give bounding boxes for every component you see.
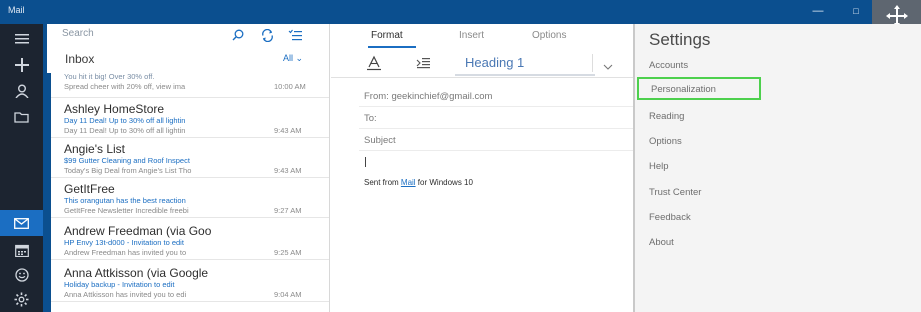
compose-pane: Format Insert Options Heading 1 From: ge… [331, 24, 633, 312]
select-mode-icon[interactable] [287, 27, 303, 43]
folders-icon[interactable] [0, 104, 43, 130]
divider [359, 128, 633, 129]
message-preview: Andrew Freedman has invited you to [64, 248, 187, 257]
list-item[interactable]: Ashley HomeStore Day 11 Deal! Up to 30% … [51, 98, 329, 138]
tab-options[interactable]: Options [532, 30, 566, 41]
settings-item-reading[interactable]: Reading [649, 111, 684, 122]
calendar-icon[interactable] [0, 237, 43, 263]
message-time: 9:25 AM [274, 248, 302, 257]
hamburger-menu-icon[interactable] [0, 26, 43, 52]
message-sender: Ashley HomeStore [64, 102, 165, 116]
message-preview: Day 11 Deal! Up to 30% off all lightin [64, 126, 186, 135]
settings-item-options[interactable]: Options [649, 136, 682, 147]
signature[interactable]: Sent from Mail for Windows 10 [364, 178, 473, 187]
tab-insert[interactable]: Insert [459, 30, 484, 41]
divider [359, 150, 633, 151]
paragraph-format-icon[interactable] [410, 51, 436, 75]
search-input[interactable]: Search [62, 28, 94, 39]
settings-item-help[interactable]: Help [649, 161, 669, 172]
message-sender: GetItFree [64, 182, 115, 196]
settings-item-personalization-highlight[interactable]: Personalization [637, 77, 761, 100]
folder-header: Inbox All ⌄ [47, 50, 329, 70]
list-item[interactable]: Andrew Freedman (via Goo HP Envy 13t-d00… [51, 220, 329, 260]
settings-title: Settings [649, 30, 711, 49]
to-field[interactable]: To: [364, 113, 377, 124]
filter-dropdown[interactable]: All ⌄ [283, 53, 303, 64]
list-item[interactable]: Anna Attkisson (via Google Holiday backu… [51, 262, 329, 302]
minimize-button[interactable]: — [806, 3, 830, 20]
paragraph-style-select[interactable]: Heading 1 [455, 50, 595, 76]
settings-item-feedback[interactable]: Feedback [649, 212, 691, 223]
divider [592, 54, 593, 72]
message-subject: Day 11 Deal! Up to 30% off all lightin [64, 116, 186, 125]
folder-name: Inbox [65, 52, 95, 66]
left-nav-rail [0, 24, 43, 312]
filter-value: All [283, 53, 294, 63]
list-item[interactable]: You hit it big! Over 30% off. Spread che… [51, 70, 329, 98]
list-item[interactable]: Angie's List $99 Gutter Cleaning and Roo… [51, 138, 329, 178]
format-toolbar: Heading 1 [331, 48, 633, 78]
ribbon-tabs: Format Insert Options [331, 24, 633, 48]
message-subject: HP Envy 13t-d000 - Invitation to edit [64, 238, 184, 247]
message-sender: Anna Attkisson (via Google [64, 266, 209, 280]
message-subject: You hit it big! Over 30% off. [64, 72, 155, 81]
message-sender: Angie's List [64, 142, 125, 156]
accounts-person-icon[interactable] [0, 78, 43, 104]
settings-pane: Settings Accounts Personalization Readin… [633, 24, 921, 312]
message-subject: Holiday backup - Invitation to edit [64, 280, 175, 289]
message-time: 9:27 AM [274, 206, 302, 215]
message-preview: Spread cheer with 20% off, view ima [64, 82, 186, 91]
signature-prefix: Sent from [364, 178, 401, 187]
message-preview: GetItFree Newsletter Incredible freebi [64, 206, 189, 215]
subject-field[interactable]: Subject [364, 135, 396, 146]
tab-format[interactable]: Format [371, 30, 403, 41]
title-bar: Mail — □ [0, 0, 921, 24]
signature-mail-link[interactable]: Mail [401, 178, 416, 187]
message-time: 9:43 AM [274, 166, 302, 175]
settings-item-about[interactable]: About [649, 237, 674, 248]
message-time: 9:04 AM [274, 290, 302, 299]
message-preview: Today's Big Deal from Angie's List Tho [64, 166, 192, 175]
app-title: Mail [8, 5, 25, 15]
new-mail-plus-icon[interactable] [0, 52, 43, 78]
message-subject: This orangutan has the best reaction [64, 196, 186, 205]
signature-suffix: for Windows 10 [415, 178, 473, 187]
search-bar: Search [47, 24, 329, 46]
list-item[interactable]: GetItFree This orangutan has the best re… [51, 178, 329, 218]
search-icon[interactable] [230, 27, 246, 43]
font-format-icon[interactable] [361, 51, 387, 75]
paragraph-style-value: Heading 1 [465, 55, 525, 70]
message-list-pane: Search Inbox All ⌄ You hit it big! Over … [47, 24, 330, 312]
from-field[interactable]: From: geekinchief@gmail.com [364, 91, 492, 102]
divider [359, 106, 633, 107]
text-cursor [365, 157, 366, 167]
message-sender: Andrew Freedman (via Goo [64, 224, 212, 238]
settings-item-personalization[interactable]: Personalization [651, 84, 716, 95]
settings-item-trust-center[interactable]: Trust Center [649, 187, 701, 198]
chevron-down-icon: ⌄ [295, 53, 304, 63]
sync-icon[interactable] [259, 27, 275, 43]
message-preview: Anna Attkisson has invited you to edi [64, 290, 187, 299]
feedback-smiley-icon[interactable] [0, 262, 43, 288]
message-time: 9:43 AM [274, 126, 302, 135]
maximize-button[interactable]: □ [844, 3, 868, 20]
mail-icon[interactable] [0, 210, 43, 236]
chevron-down-icon[interactable] [603, 57, 613, 75]
message-time: 10:00 AM [274, 82, 306, 91]
message-subject: $99 Gutter Cleaning and Roof Inspect [64, 156, 190, 165]
settings-item-accounts[interactable]: Accounts [649, 60, 688, 71]
settings-gear-icon[interactable] [0, 286, 43, 312]
